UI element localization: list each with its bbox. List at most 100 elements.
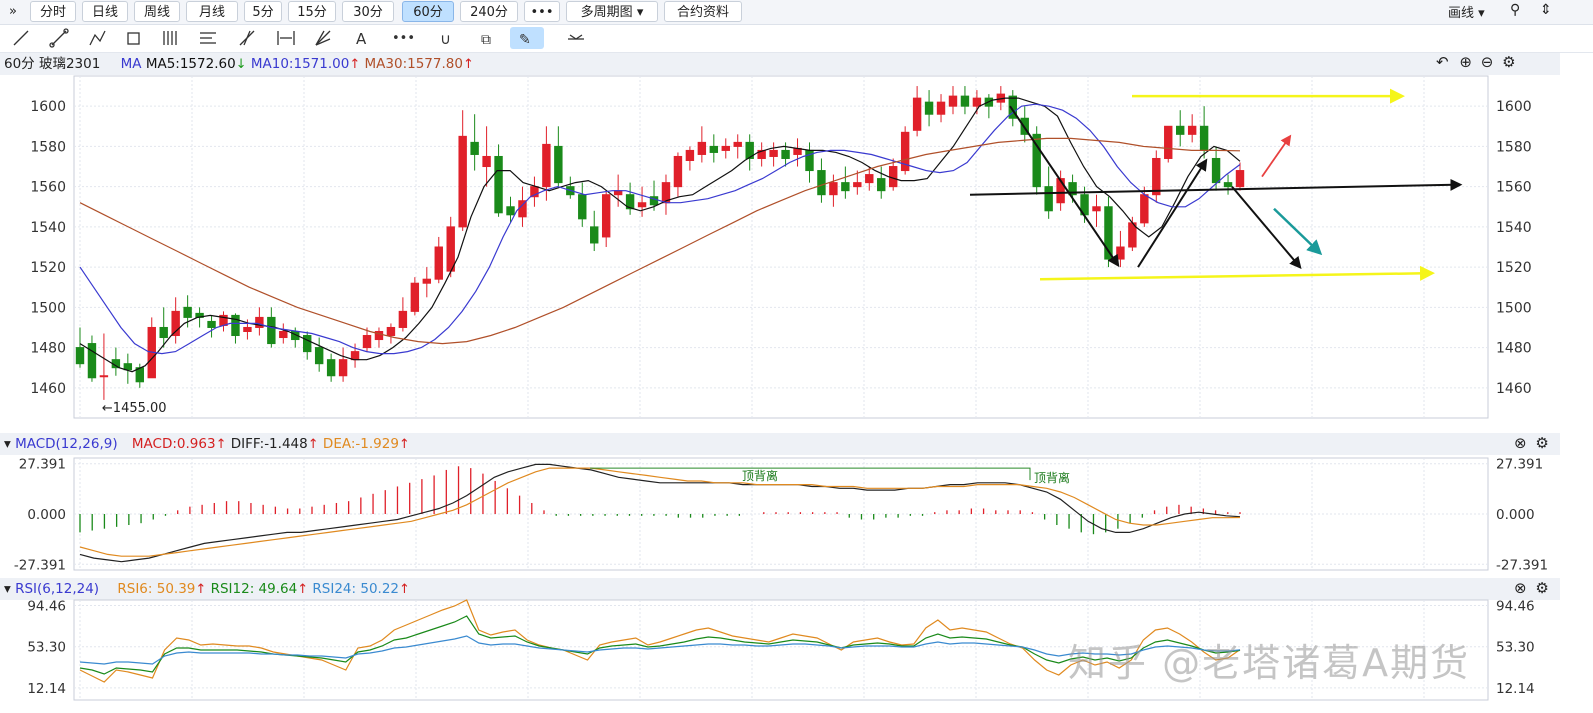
diff-value: DIFF:-1.448: [230, 436, 308, 452]
settings-icon[interactable]: ⚙: [1502, 53, 1515, 71]
collapse-icon[interactable]: ▾: [4, 436, 11, 452]
scroll-icon[interactable]: ⇕: [1540, 2, 1552, 18]
candlestick-panel: ←1455.00: [75, 86, 1245, 416]
close-icon[interactable]: ⊗: [1514, 434, 1527, 452]
neckline-arrow: [969, 178, 1463, 196]
draw-line-dropdown[interactable]: 画线 ▾: [1448, 2, 1485, 21]
symbol-label: 60分 玻璃2301: [4, 56, 101, 72]
more-periods-button[interactable]: •••: [524, 1, 560, 22]
candle-body: [1140, 194, 1149, 224]
low-price-marker: ←1455.00: [102, 401, 167, 416]
candle-body: [888, 166, 898, 188]
period-tab-30min[interactable]: 30分: [342, 1, 394, 22]
candle-body: [195, 312, 204, 318]
candle-body: [123, 363, 133, 371]
candle-body: [147, 326, 156, 379]
dea-arrow: ↑: [398, 437, 410, 452]
settings-icon[interactable]: ⚙: [1535, 579, 1548, 597]
candle-body: [769, 149, 778, 157]
candle-body: [326, 359, 336, 377]
main-panel-controls: ↶ ⊕ ⊖ ⚙: [1436, 53, 1516, 71]
candle-body: [1187, 125, 1197, 135]
y-tick-label-left: 1540: [30, 220, 66, 236]
multi-period-dropdown[interactable]: 多周期图 ▾: [566, 1, 658, 22]
candle-body: [685, 149, 695, 161]
period-tab-240min[interactable]: 240分: [460, 1, 518, 22]
y-tick-label-left: 1560: [30, 180, 66, 196]
contract-info-button[interactable]: 合约资料: [664, 1, 742, 22]
y-tick-label-right: 1580: [1496, 139, 1532, 155]
macd-tick-label-left: -27.391: [14, 557, 66, 573]
gann-tool-icon: [315, 30, 331, 46]
candle-body: [219, 314, 228, 326]
period-tab-60min[interactable]: 60分: [402, 1, 454, 22]
candle-body: [554, 145, 563, 184]
candle-body: [470, 141, 479, 155]
measure-tool-icon: [277, 31, 295, 45]
pin-icon[interactable]: ⚲: [1510, 2, 1520, 18]
candle-body: [87, 343, 97, 379]
macd-tick-label-right: 27.391: [1496, 457, 1543, 473]
collapse-icon[interactable]: ▾: [4, 581, 11, 597]
candle-body: [255, 316, 264, 328]
undo-icon[interactable]: ↶: [1436, 53, 1449, 71]
chart-grid: 1460 1460 1480 1480 1500 1500 1520 1520 1540 1540…: [14, 75, 1548, 701]
candle-body: [482, 155, 491, 168]
drawing-tools: A ••• ∪ ⧉ ✎: [13, 27, 584, 49]
ma10-value: MA10:1571.00: [250, 56, 350, 72]
candle-body: [637, 202, 647, 208]
trend-annotations: [969, 88, 1463, 281]
divergence-label: 顶背离: [1034, 470, 1070, 485]
candle-body: [1116, 246, 1125, 260]
close-icon[interactable]: ⊗: [1514, 579, 1527, 597]
zoom-in-icon[interactable]: ⊕: [1459, 53, 1472, 71]
expand-icon[interactable]: »: [2, 1, 24, 22]
candle-body: [566, 186, 575, 196]
chart-canvas: 1460 1460 1480 1480 1500 1500 1520 1520 1540 1540…: [14, 75, 1548, 701]
candle-body: [398, 310, 408, 328]
main-frame: [73, 75, 1489, 419]
candle-body: [75, 347, 85, 365]
text-tool-icon: A: [356, 30, 367, 48]
rsi6-value: RSI6: 50.39: [117, 581, 196, 597]
candle-body: [757, 149, 766, 159]
period-tab-week[interactable]: 周线: [134, 1, 180, 22]
period-tab-month[interactable]: 月线: [186, 1, 238, 22]
candle-body: [984, 97, 994, 107]
rsi-panel-controls: ⊗ ⚙: [1514, 579, 1549, 597]
period-tab-15min[interactable]: 15分: [288, 1, 336, 22]
y-tick-label-left: 1500: [30, 300, 66, 316]
settings-icon[interactable]: ⚙: [1535, 434, 1548, 452]
candle-body: [494, 155, 503, 214]
y-tick-label-right: 1460: [1496, 381, 1532, 397]
rsi-tick-label-left: 12.14: [27, 681, 66, 697]
more-tools-icon: •••: [392, 31, 415, 46]
y-tick-label-right: 1520: [1496, 260, 1532, 276]
diff-line: [79, 463, 1241, 563]
candle-body: [1032, 133, 1041, 188]
dea-line: [79, 467, 1241, 557]
period-tab-5min[interactable]: 5分: [244, 1, 282, 22]
period-tab-day[interactable]: 日线: [82, 1, 128, 22]
main-info-bar: 60分 玻璃2301 MA MA5:1572.60↓ MA10:1571.00↑…: [4, 53, 474, 75]
candle-body: [291, 330, 300, 341]
zoom-out-icon[interactable]: ⊖: [1481, 53, 1494, 71]
rsi-tick-label-right: 94.46: [1496, 599, 1535, 615]
macd-tick-label-right: -27.391: [1496, 557, 1548, 573]
macd-frame: [73, 457, 1489, 571]
candle-body: [1080, 194, 1089, 216]
rsi12-value: RSI12: 49.64: [210, 581, 298, 597]
bullish-arrow: [1261, 134, 1292, 178]
period-tab-fenshi[interactable]: 分时: [30, 1, 76, 22]
ma5-value: MA5:1572.60: [145, 56, 236, 72]
candle-body: [338, 359, 348, 377]
candle-body: [972, 97, 982, 107]
watermark: 知乎 @老塔诸葛A期货: [1068, 641, 1471, 685]
candle-body: [900, 131, 910, 172]
rsi-tick-label-left: 53.30: [27, 640, 66, 656]
ma10-line: [79, 103, 1241, 355]
candle-body: [1020, 117, 1029, 135]
ma-label: MA: [120, 56, 142, 72]
rsi-info-bar: ▾ RSI(6,12,24) RSI6: 50.39↑ RSI12: 49.64…: [4, 578, 410, 600]
candle-body: [1068, 182, 1077, 196]
